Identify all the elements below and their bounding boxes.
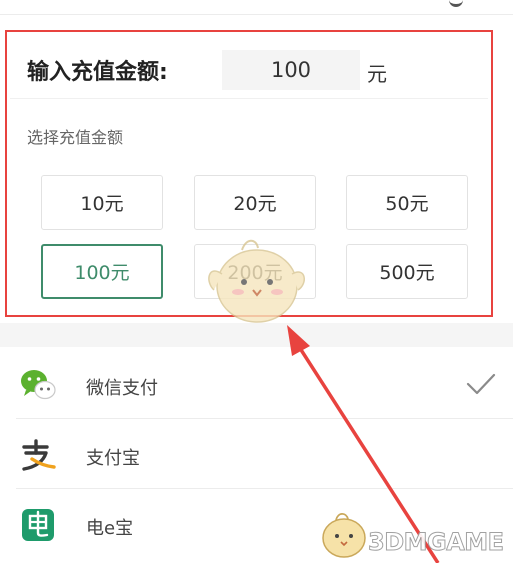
amount-option-20[interactable]: 20元 [194,175,316,230]
watermark-text: 3DMGAME [368,528,505,557]
payment-divider [16,418,513,419]
amount-option-100[interactable]: 100元 [41,244,163,299]
payment-method-alipay[interactable]: 支付宝 [0,420,513,488]
amount-option-200[interactable]: 200元 [194,244,316,299]
amount-option-500[interactable]: 500元 [346,244,468,299]
payment-method-wechat[interactable]: 微信支付 [0,350,513,418]
section-gap [0,323,513,347]
select-amount-label: 选择充值金额 [27,128,124,147]
payment-method-label: 微信支付 [86,378,158,399]
amount-unit: 元 [367,62,387,86]
amount-option-10[interactable]: 10元 [41,175,163,230]
top-divider [0,14,513,15]
amount-input[interactable] [222,50,360,90]
section-divider [10,98,488,99]
payment-method-label: 支付宝 [86,448,140,469]
amount-input-label: 输入充值金额: [27,60,168,85]
amount-option-50[interactable]: 50元 [346,175,468,230]
wechat-pay-icon [21,370,56,400]
dianebao-icon [22,509,54,541]
alipay-icon [22,439,56,471]
check-icon [466,373,496,395]
amount-input-row: 输入充值金额: 元 [0,40,513,96]
payment-divider [16,488,513,489]
partial-top-icon [449,0,463,7]
payment-method-label: 电e宝 [86,518,134,539]
